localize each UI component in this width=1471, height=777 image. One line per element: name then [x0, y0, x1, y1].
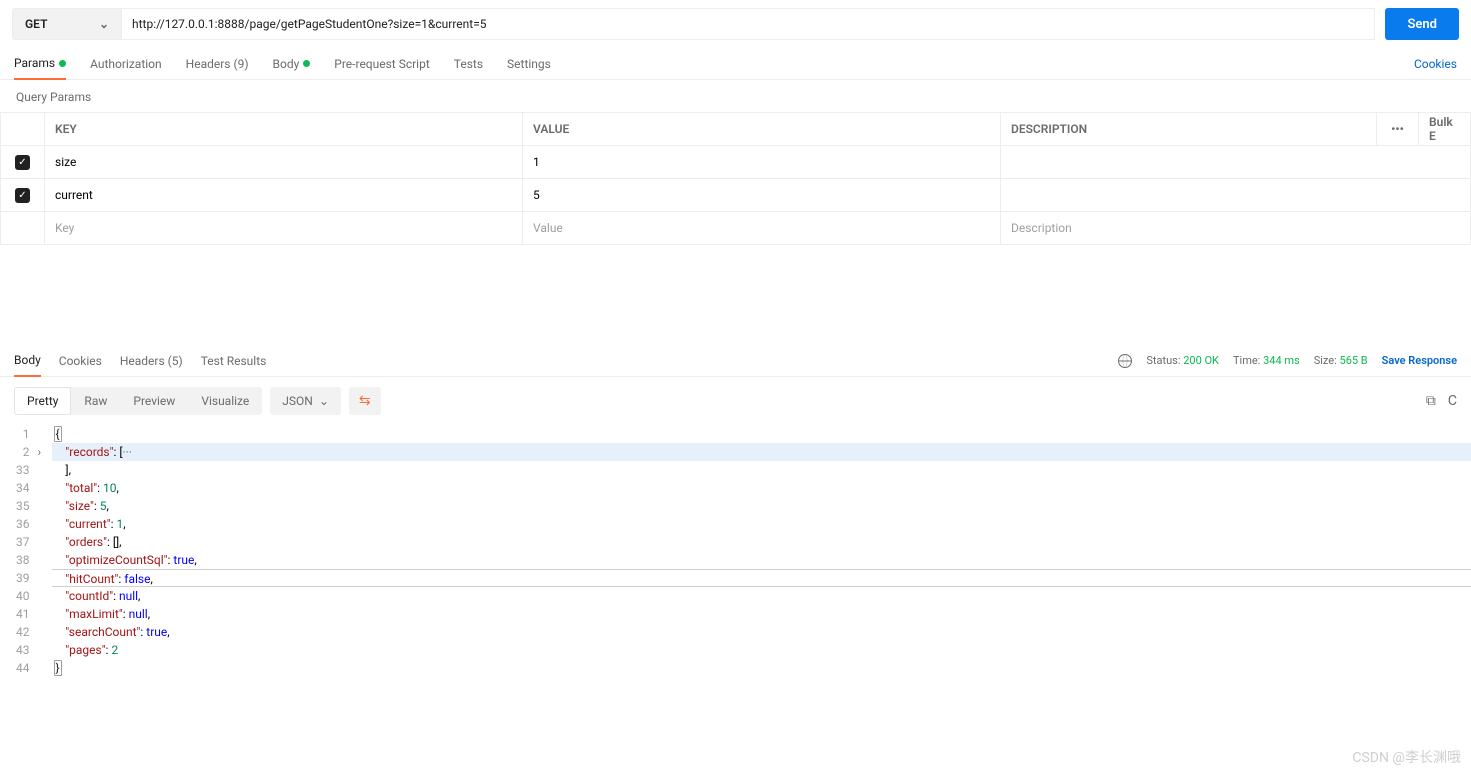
- tab-body[interactable]: Body: [273, 49, 311, 79]
- description-input[interactable]: [1011, 155, 1460, 169]
- request-bar: GET ⌄ Send: [0, 0, 1471, 48]
- tab-params[interactable]: Params: [14, 48, 66, 80]
- value-input[interactable]: [533, 155, 990, 169]
- table-row: ✓: [1, 179, 1471, 212]
- tab-resp-test-results[interactable]: Test Results: [201, 346, 267, 376]
- cookies-link[interactable]: Cookies: [1414, 57, 1457, 71]
- copy-icon[interactable]: ⧉: [1426, 393, 1436, 409]
- request-tabs: Params Authorization Headers (9) Body Pr…: [0, 48, 1471, 80]
- tab-authorization[interactable]: Authorization: [90, 49, 162, 79]
- code-content: { "records": [··· ], "total": 10, "size"…: [52, 425, 1471, 677]
- tab-tests[interactable]: Tests: [454, 49, 483, 79]
- description-input[interactable]: [1011, 221, 1460, 235]
- value-input[interactable]: [533, 221, 990, 235]
- description-input[interactable]: [1011, 188, 1460, 202]
- checkbox[interactable]: ✓: [15, 188, 30, 203]
- response-meta: Status: 200 OK Time: 344 ms Size: 565 B …: [1118, 354, 1457, 368]
- tab-resp-headers[interactable]: Headers (5): [120, 346, 183, 376]
- url-input[interactable]: [122, 8, 1375, 40]
- response-body[interactable]: 1 2 33 34 35 36 37 38 39 40 41 42 43 44 …: [0, 425, 1471, 757]
- chevron-down-icon: ⌄: [319, 394, 329, 408]
- view-raw[interactable]: Raw: [71, 387, 120, 415]
- method-label: GET: [25, 17, 47, 31]
- tab-headers[interactable]: Headers (9): [186, 49, 249, 79]
- key-input[interactable]: [55, 155, 512, 169]
- status-value: 200 OK: [1183, 354, 1219, 367]
- view-visualize[interactable]: Visualize: [188, 387, 262, 415]
- fold-chevron-icon[interactable]: ›: [38, 443, 52, 461]
- key-input[interactable]: [55, 221, 512, 235]
- header-description: DESCRIPTION: [1001, 113, 1377, 146]
- header-value: VALUE: [523, 113, 1001, 146]
- value-input[interactable]: [533, 188, 990, 202]
- search-icon[interactable]: C: [1448, 393, 1457, 409]
- wrap-lines-button[interactable]: ⇆: [349, 387, 381, 415]
- send-button[interactable]: Send: [1385, 8, 1459, 40]
- time-value: 344 ms: [1263, 354, 1300, 367]
- response-tabs: Body Cookies Headers (5) Test Results St…: [0, 345, 1471, 377]
- send-label: Send: [1407, 17, 1437, 32]
- tab-resp-body[interactable]: Body: [14, 345, 41, 377]
- dot-icon: [303, 60, 310, 67]
- tab-resp-cookies[interactable]: Cookies: [59, 346, 102, 376]
- view-preview[interactable]: Preview: [120, 387, 188, 415]
- key-input[interactable]: [55, 188, 512, 202]
- table-row-empty: [1, 212, 1471, 245]
- params-header-row: KEY VALUE DESCRIPTION ••• Bulk E: [1, 113, 1471, 146]
- chevron-down-icon: ⌄: [99, 17, 109, 31]
- more-icon[interactable]: •••: [1377, 113, 1419, 146]
- fold-column: ›: [38, 425, 52, 677]
- view-pretty[interactable]: Pretty: [14, 387, 71, 415]
- header-key: KEY: [45, 113, 523, 146]
- tab-settings[interactable]: Settings: [507, 49, 551, 79]
- tab-prerequest[interactable]: Pre-request Script: [334, 49, 429, 79]
- method-dropdown[interactable]: GET ⌄: [12, 8, 122, 40]
- dot-icon: [59, 60, 66, 67]
- globe-icon[interactable]: [1118, 354, 1132, 368]
- query-params-label: Query Params: [0, 80, 1471, 112]
- response-toolbar: Pretty Raw Preview Visualize JSON ⌄ ⇆ ⧉ …: [0, 377, 1471, 425]
- size-value: 565 B: [1340, 354, 1368, 367]
- view-mode-group: Pretty Raw Preview Visualize: [14, 387, 262, 415]
- table-row: ✓: [1, 146, 1471, 179]
- checkbox[interactable]: ✓: [15, 155, 30, 170]
- format-dropdown[interactable]: JSON ⌄: [270, 387, 341, 415]
- params-table: KEY VALUE DESCRIPTION ••• Bulk E ✓ ✓: [0, 112, 1471, 245]
- save-response-link[interactable]: Save Response: [1382, 354, 1457, 367]
- bulk-edit-link[interactable]: Bulk E: [1419, 113, 1471, 146]
- line-gutter: 1 2 33 34 35 36 37 38 39 40 41 42 43 44: [0, 425, 38, 677]
